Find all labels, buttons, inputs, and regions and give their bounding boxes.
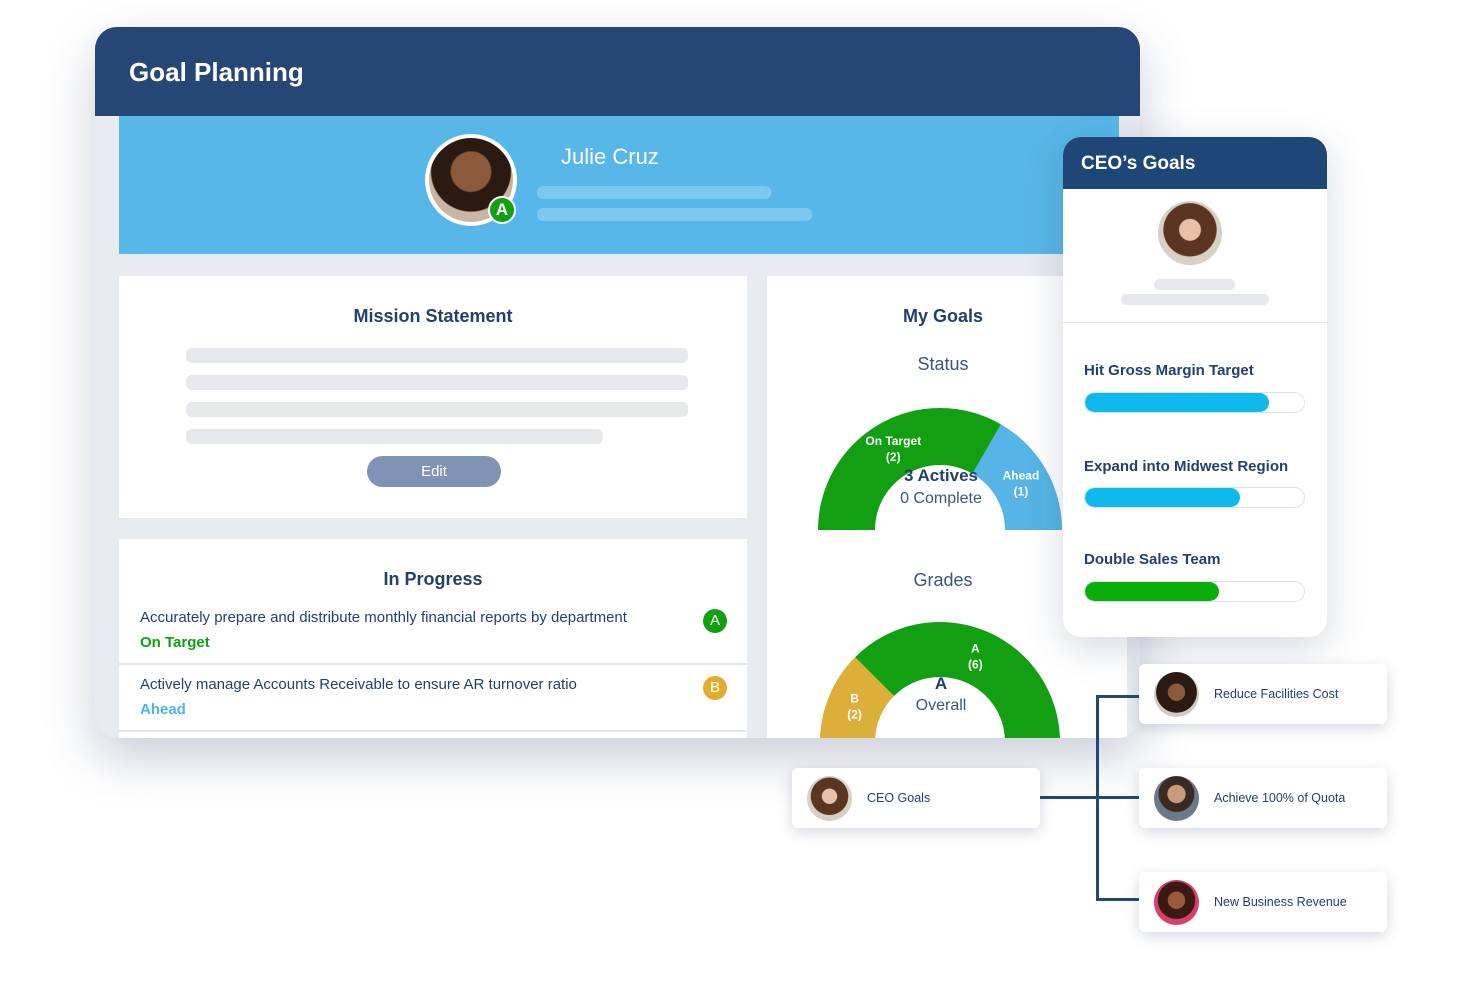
avatar xyxy=(1154,776,1199,821)
placeholder-line xyxy=(186,348,688,363)
tree-connector xyxy=(1096,695,1140,698)
placeholder-line xyxy=(537,208,812,221)
in-progress-panel: In Progress Accurately prepare and distr… xyxy=(119,539,747,738)
tree-connector xyxy=(1096,796,1140,799)
ceo-goals-card: CEO’s Goals Hit Gross Margin Target Expa… xyxy=(1063,137,1327,637)
avatar xyxy=(807,776,852,821)
edit-button[interactable]: Edit xyxy=(367,456,501,487)
ceo-goal-label: Double Sales Team xyxy=(1084,551,1221,568)
mission-statement-panel: Mission Statement Edit xyxy=(119,276,747,518)
ceo-avatar xyxy=(1158,201,1222,265)
placeholder-line xyxy=(186,375,688,390)
grades-segment-label: A xyxy=(971,642,980,656)
mission-title: Mission Statement xyxy=(353,306,513,326)
node-label: CEO Goals xyxy=(867,791,931,805)
placeholder-line xyxy=(186,429,603,444)
tree-node-child[interactable]: New Business Revenue xyxy=(1139,872,1387,932)
node-label: Achieve 100% of Quota xyxy=(1214,791,1346,805)
tree-node-child[interactable]: Achieve 100% of Quota xyxy=(1139,768,1387,828)
progress-fill xyxy=(1085,582,1219,601)
page-title: Goal Planning xyxy=(95,27,1140,116)
ceo-goal-progress xyxy=(1084,487,1305,508)
status-segment-label: On Target xyxy=(865,434,921,448)
grade-badge: A xyxy=(703,609,727,633)
grade-badge: B xyxy=(703,676,727,700)
in-progress-title: In Progress xyxy=(383,569,483,589)
grades-center-main: A xyxy=(934,674,948,693)
placeholder-line xyxy=(1121,294,1269,305)
goal-text: Accurately prepare and distribute monthl… xyxy=(140,609,627,626)
goal-list-item[interactable]: Actively manage Accounts Receivable to e… xyxy=(119,676,747,732)
status-segment-label: (2) xyxy=(886,450,901,464)
placeholder-line xyxy=(1154,279,1235,290)
node-label: New Business Revenue xyxy=(1214,895,1347,909)
ceo-goal-progress xyxy=(1084,581,1305,602)
divider xyxy=(1063,322,1327,323)
goal-status: Ahead xyxy=(140,701,186,718)
tree-node-root[interactable]: CEO Goals xyxy=(792,768,1040,828)
ceo-goal-label: Hit Gross Margin Target xyxy=(1084,362,1254,379)
ceo-goal-progress xyxy=(1084,392,1305,413)
goal-planning-window: Goal Planning A Julie Cruz Mission State… xyxy=(95,27,1140,738)
avatar xyxy=(1154,880,1199,925)
profile-name: Julie Cruz xyxy=(561,144,659,169)
goal-list-item[interactable]: Accurately prepare and distribute monthl… xyxy=(119,609,747,665)
placeholder-line xyxy=(537,186,771,199)
progress-fill xyxy=(1085,488,1241,507)
placeholder-line xyxy=(186,402,688,417)
tree-node-child[interactable]: Reduce Facilities Cost xyxy=(1139,664,1387,724)
tree-connector xyxy=(1040,796,1098,799)
grades-center-sub: Overall xyxy=(915,697,967,714)
goal-status: On Target xyxy=(140,634,210,651)
ceo-goals-title: CEO’s Goals xyxy=(1063,137,1327,189)
node-label: Reduce Facilities Cost xyxy=(1214,687,1339,701)
tree-connector xyxy=(1096,898,1140,901)
progress-fill xyxy=(1085,393,1269,412)
avatar xyxy=(1154,672,1199,717)
ceo-goal-label: Expand into Midwest Region xyxy=(1084,458,1289,475)
goal-text: Actively manage Accounts Receivable to e… xyxy=(140,676,577,693)
grades-segment-label: (6) xyxy=(968,658,983,672)
profile-banner: A Julie Cruz xyxy=(119,116,1119,254)
grade-badge: A xyxy=(488,196,516,224)
